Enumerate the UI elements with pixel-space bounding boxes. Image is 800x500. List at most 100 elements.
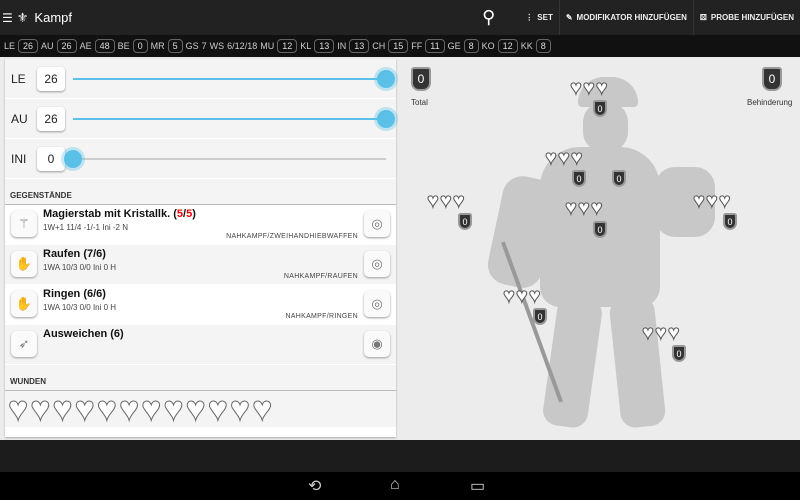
stat-label-ko: KO — [481, 41, 495, 51]
le-slider-knob[interactable] — [377, 69, 395, 88]
total-label: Total — [411, 98, 428, 107]
silhouette-left-leg — [541, 294, 604, 430]
wound-heart-icon[interactable]: ♥ — [118, 392, 139, 427]
right-arm-armor-shield-icon[interactable]: 0 — [723, 213, 737, 230]
target-icon[interactable]: ◉ — [364, 331, 390, 357]
menu-icon[interactable]: ☰ — [2, 11, 13, 25]
wound-heart-icon[interactable]: ♥ — [30, 392, 51, 427]
stat-value-ge[interactable]: 8 — [463, 39, 479, 53]
right-leg-armor-shield-icon[interactable]: 0 — [672, 345, 686, 362]
stat-label-ws: WS — [209, 41, 225, 51]
stat-label-ch: CH — [372, 41, 386, 51]
right-arm-hearts[interactable]: ♥ ♥ ♥ — [693, 190, 732, 212]
stat-value-kl[interactable]: 13 — [314, 39, 335, 53]
wound-heart-icon[interactable]: ♥ — [52, 392, 73, 427]
app-logo-icon[interactable]: ⚜ — [17, 10, 29, 26]
stat-value-mu[interactable]: 12 — [277, 39, 298, 53]
left-arm-hearts[interactable]: ♥ ♥ ♥ — [427, 191, 466, 212]
heart-icon: ♥ — [503, 285, 516, 307]
ini-slider[interactable] — [64, 149, 386, 168]
wound-heart-icon[interactable]: ♥ — [185, 392, 206, 427]
staff-icon[interactable]: ⚚ — [11, 211, 37, 237]
heart-icon: ♥ — [577, 197, 590, 219]
au-slider[interactable] — [73, 109, 395, 128]
au-slider-knob[interactable] — [377, 109, 395, 128]
total-armor-shield: 0 — [411, 67, 431, 91]
wound-heart-icon[interactable]: ♥ — [7, 392, 28, 427]
home-icon[interactable]: ⌂ — [390, 476, 400, 494]
stat-value-be[interactable]: 0 — [132, 39, 148, 53]
stat-value-ch[interactable]: 15 — [388, 39, 409, 53]
stat-value-au[interactable]: 26 — [56, 39, 77, 53]
au-label: AU — [11, 111, 28, 126]
wound-heart-icon[interactable]: ♥ — [74, 392, 95, 427]
heart-icon: ♥ — [515, 285, 528, 307]
shield-icon[interactable]: ◎ — [364, 291, 390, 317]
left-leg-armor-shield-icon[interactable]: 0 — [533, 308, 547, 325]
item-row[interactable]: ➶ Ausweichen (6) ◉ — [5, 325, 396, 365]
silhouette-right-leg — [608, 295, 667, 429]
add-check-button[interactable]: ⚄ PROBE HINZUFÜGEN — [692, 0, 800, 35]
wound-heart-icon[interactable]: ♥ — [96, 392, 117, 427]
set-button[interactable]: ⋮ SET — [519, 0, 559, 35]
hand-icon[interactable]: ✋ — [11, 291, 37, 317]
shield-icon[interactable]: ◎ — [364, 251, 390, 277]
left-arm-armor-shield-icon[interactable]: 0 — [458, 213, 472, 230]
chest-armor-shield-icon[interactable]: 0 — [572, 170, 586, 187]
item-category: NAHKAMPF/RINGEN — [285, 313, 358, 320]
wound-heart-icon[interactable]: ♥ — [141, 392, 162, 427]
wounds-heading: WUNDEN — [5, 365, 396, 391]
stat-label-ff: FF — [411, 41, 423, 51]
ini-label: INI — [11, 151, 27, 166]
stat-label-in: IN — [337, 41, 347, 51]
body-diagram: 0 Total 0 Behinderung ♥ ♥ ♥ 0 ♥ ♥ ♥ 0 0 ♥ ♥ ♥ 0 ♥ ♥ ♥ 0 ♥… — [400, 57, 800, 440]
heart-icon: ♥ — [642, 322, 655, 344]
stat-value-in[interactable]: 13 — [349, 39, 370, 53]
dice-icon: ⚄ — [699, 13, 707, 22]
hand-icon[interactable]: ✋ — [11, 251, 37, 277]
stat-value-ae[interactable]: 48 — [94, 39, 115, 53]
item-row[interactable]: ⚚ Magierstab mit Kristallk. (5/5) 1W+1 1… — [5, 205, 396, 245]
wound-heart-icon[interactable]: ♥ — [229, 392, 250, 427]
items-heading: GEGENSTÄNDE — [5, 179, 396, 205]
encumbrance-shield: 0 — [762, 67, 782, 91]
ini-value[interactable]: 0 — [37, 146, 65, 171]
heart-icon: ♥ — [595, 77, 608, 99]
le-value[interactable]: 26 — [37, 66, 65, 91]
search-icon[interactable]: ⚲ — [482, 7, 495, 28]
add-modifier-button[interactable]: ✎ MODIFIKATOR HINZUFÜGEN — [558, 0, 693, 35]
item-stats: 1WA 10/3 0/0 Ini 0 H — [43, 303, 117, 312]
head-hearts[interactable]: ♥ ♥ ♥ — [570, 77, 609, 99]
chest-hearts[interactable]: ♥ ♥ ♥ — [545, 148, 584, 169]
stat-value-ko[interactable]: 12 — [497, 39, 518, 53]
heart-icon: ♥ — [718, 190, 731, 212]
left-leg-hearts[interactable]: ♥ ♥ ♥ — [503, 285, 542, 307]
head-armor-shield-icon[interactable]: 0 — [593, 100, 607, 117]
ini-slider-knob[interactable] — [64, 149, 82, 168]
stat-value-le[interactable]: 26 — [18, 39, 39, 53]
wound-heart-icon[interactable]: ♥ — [252, 392, 273, 427]
wound-heart-icon[interactable]: ♥ — [207, 392, 228, 427]
slider-row-le: LE 26 — [5, 59, 396, 99]
le-slider[interactable] — [73, 69, 395, 88]
chest-armor-shield-icon[interactable]: 0 — [612, 170, 626, 187]
belly-armor-shield-icon[interactable]: 0 — [593, 221, 607, 238]
stat-value-ff[interactable]: 11 — [425, 39, 445, 53]
stat-value-mr[interactable]: 5 — [167, 39, 183, 53]
item-category: NAHKAMPF/ZWEIHANDHIEBWAFFEN — [226, 233, 358, 240]
heart-icon: ♥ — [667, 322, 680, 344]
stat-value-kk[interactable]: 8 — [535, 39, 551, 53]
item-row[interactable]: ✋ Ringen (6/6) 1WA 10/3 0/0 Ini 0 H NAHK… — [5, 285, 396, 325]
stat-label-be: BE — [117, 41, 130, 51]
belly-hearts[interactable]: ♥ ♥ ♥ — [565, 197, 604, 219]
dodge-icon[interactable]: ➶ — [11, 331, 37, 357]
shield-icon[interactable]: ◎ — [364, 211, 390, 237]
recent-apps-icon[interactable]: ▭ — [470, 476, 485, 496]
page-title: Kampf — [34, 10, 72, 25]
back-icon[interactable]: ⟲ — [308, 476, 321, 496]
au-value[interactable]: 26 — [37, 106, 65, 131]
right-leg-hearts[interactable]: ♥ ♥ ♥ — [642, 322, 681, 344]
item-name: Ringen (6/6) — [43, 288, 106, 300]
item-row[interactable]: ✋ Raufen (7/6) 1WA 10/3 0/0 Ini 0 H NAHK… — [5, 245, 396, 285]
wound-heart-icon[interactable]: ♥ — [163, 392, 184, 427]
